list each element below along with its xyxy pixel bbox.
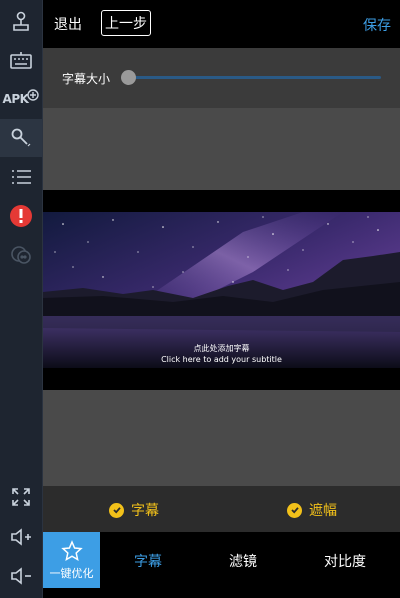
tab-subtitle[interactable]: 字幕 — [134, 551, 162, 571]
exit-button[interactable]: 退出 — [54, 14, 82, 34]
subtitle-size-label: 字幕大小 — [62, 72, 111, 86]
tab-filter[interactable]: 滤镜 — [229, 551, 257, 571]
fullscreen-icon[interactable] — [0, 478, 42, 516]
letterbox-option-label: 遮幅 — [309, 503, 337, 519]
apk-install-icon[interactable]: APK — [0, 80, 42, 118]
subtitle-size-slider-thumb[interactable] — [121, 70, 136, 85]
one-click-optimize-label: 一键优化 — [49, 566, 94, 580]
star-icon — [60, 539, 83, 561]
checkmark-icon — [287, 502, 302, 518]
volume-down-icon[interactable] — [0, 557, 42, 595]
subtitle-size-slider[interactable] — [128, 76, 381, 79]
previous-step-button[interactable]: 上一步 — [101, 10, 151, 36]
tab-contrast[interactable]: 对比度 — [324, 551, 366, 571]
keyboard-icon[interactable] — [0, 41, 42, 79]
subtitle-option[interactable]: 字幕 — [109, 500, 159, 520]
options-bar: 字幕 遮幅 — [43, 486, 400, 532]
bottom-tab-bar: 一键优化 字幕 滤镜 对比度 — [43, 532, 400, 598]
subtitle-option-label: 字幕 — [131, 503, 159, 519]
letterbox-top — [43, 190, 400, 212]
emulator-toolbar: APK — [0, 0, 43, 598]
menu-list-icon[interactable] — [0, 158, 42, 196]
letterbox-option[interactable]: 遮幅 — [287, 500, 337, 520]
checkmark-icon — [109, 502, 124, 518]
subtitle-placeholder-cn[interactable]: 点此处添加字幕 — [43, 343, 400, 354]
alert-icon[interactable] — [0, 197, 42, 235]
subtitle-placeholder-en[interactable]: Click here to add your subtitle — [43, 355, 400, 364]
video-editor: 退出 上一步 保存 字幕大小 点此处添加字幕 Click here to add… — [43, 0, 400, 598]
save-button[interactable]: 保存 — [363, 15, 391, 35]
letterbox-bottom — [43, 368, 400, 390]
account-icon[interactable] — [0, 2, 42, 40]
top-bar: 退出 上一步 保存 — [43, 0, 400, 48]
wrench-icon[interactable] — [0, 119, 42, 157]
volume-up-icon[interactable] — [0, 518, 42, 556]
subtitle-size-row: 字幕大小 — [43, 48, 400, 108]
chat-icon[interactable] — [0, 236, 42, 274]
one-click-optimize-button[interactable]: 一键优化 — [43, 532, 100, 588]
